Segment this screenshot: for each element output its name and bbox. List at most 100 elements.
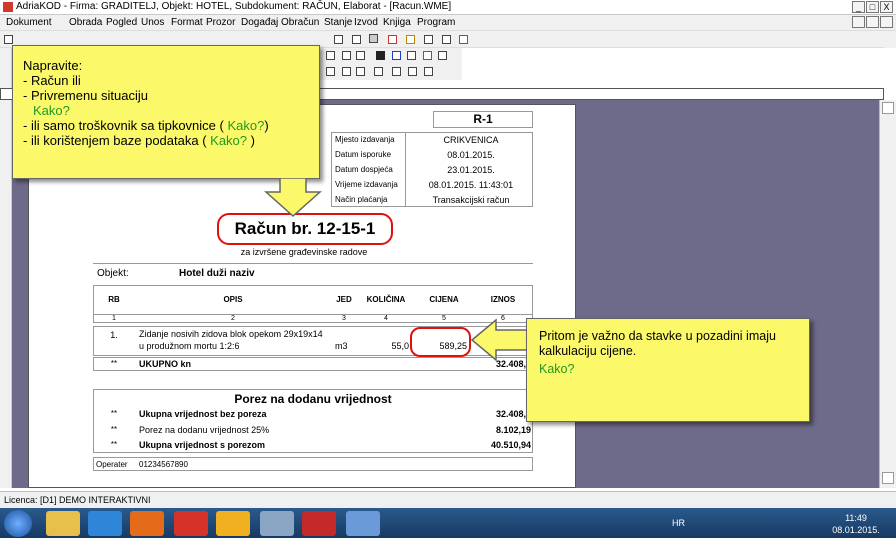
instruction-callout: Napravite: - Račun ili - Privremenu situ… [12, 45, 320, 179]
minimize-button[interactable]: _ [852, 1, 865, 13]
meta-value-time: 08.01.2015. 11:43:01 [428, 180, 514, 190]
color-red-icon[interactable] [423, 51, 432, 60]
invoice-subtitle: za izvršene građevinske radove [240, 247, 368, 257]
col-opis: OPIS [223, 295, 243, 304]
down-arrow-icon[interactable] [356, 67, 365, 76]
spell-icon[interactable] [442, 35, 451, 44]
how-to-link-keyboard[interactable]: Kako? [227, 118, 264, 133]
magnifier-icon[interactable] [369, 34, 378, 43]
menu-unos[interactable]: Unos [141, 17, 164, 28]
menu-pogled[interactable]: Pogled [106, 17, 137, 28]
toolbar-scroll[interactable] [884, 31, 896, 48]
col-kolicina: KOLIČINA [366, 295, 406, 304]
meta-label-delivery: Datum isporuke [335, 150, 392, 159]
menu-program[interactable]: Program [417, 17, 455, 28]
how-to-link-database[interactable]: Kako? [210, 133, 247, 148]
tax-row-vat-value: 8.102,19 [495, 425, 531, 435]
align-bottom-icon[interactable] [326, 51, 335, 60]
price-note-callout: Pritom je važno da stavke u pozadini ima… [526, 318, 810, 422]
tax-row-vat-label: Porez na dodanu vrijednost 25% [139, 425, 270, 435]
how-to-link-calculation[interactable]: Kako? [539, 362, 809, 377]
language-indicator[interactable]: HR [672, 518, 685, 528]
item-unit: m3 [335, 341, 348, 351]
explorer-icon[interactable] [46, 511, 80, 536]
color-blue-icon[interactable] [392, 51, 401, 60]
color-black-icon[interactable] [376, 51, 385, 60]
up-arrow-icon[interactable] [342, 67, 351, 76]
shape-icon[interactable] [374, 67, 383, 76]
meta-label-place: Mjesto izdavanja [335, 135, 395, 144]
new-doc-icon[interactable] [4, 35, 13, 44]
pencil-icon[interactable] [392, 67, 401, 76]
scroll-down-button[interactable] [882, 472, 894, 484]
operator-value: 01234567890 [139, 460, 188, 469]
truck-icon[interactable] [352, 35, 361, 44]
align-top-icon[interactable] [356, 51, 365, 60]
menu-knjiga[interactable]: Knjiga [383, 17, 411, 28]
weather-icon[interactable] [216, 511, 250, 536]
object-label: Objekt: [97, 268, 129, 279]
eraser-icon[interactable] [408, 67, 417, 76]
meta-label-payment: Način plaćanja [335, 195, 388, 204]
item-description-line1: Zidanje nosivih zidova blok opekom 29x19… [139, 329, 323, 339]
close-button[interactable]: X [880, 1, 893, 13]
media-player-icon[interactable] [130, 511, 164, 536]
menu-format[interactable]: Format [171, 17, 203, 28]
ie-icon[interactable] [88, 511, 122, 536]
sync-icon[interactable] [346, 511, 380, 536]
object-value: Hotel duži naziv [179, 268, 255, 279]
table-icon[interactable] [334, 35, 343, 44]
meta-value-delivery: 08.01.2015. [447, 150, 495, 160]
menu-prozor[interactable]: Prozor [206, 17, 235, 28]
status-bar: Licenca: [D1] DEMO INTERAKTIVNI [0, 491, 896, 508]
left-tool-column [0, 48, 12, 488]
callout-arrow-left [470, 318, 529, 362]
meta-label-due: Datum dospjeća [335, 165, 393, 174]
menu-obracun[interactable]: Obračun [281, 17, 319, 28]
pen-icon[interactable] [424, 67, 433, 76]
col-iznos: IZNOS [490, 295, 516, 304]
doc-minimize-button[interactable] [852, 16, 865, 28]
tax-title: Porez na dodanu vrijednost [234, 392, 392, 406]
total-label: UKUPNO kn [139, 359, 192, 369]
clock-time[interactable]: 11:49 [826, 513, 886, 523]
chrome-icon[interactable] [174, 511, 208, 536]
license-status: Licenca: [D1] DEMO INTERAKTIVNI [4, 495, 151, 505]
system-tray-icons[interactable] [696, 516, 816, 530]
menu-dogadaj[interactable]: Događaj [241, 17, 278, 28]
vertical-scrollbar[interactable] [879, 100, 896, 488]
scroll-up-button[interactable] [882, 102, 894, 114]
meta-value-due: 23.01.2015. [447, 165, 495, 175]
help-icon[interactable] [424, 35, 433, 44]
brush-icon[interactable] [406, 35, 415, 44]
clock-date[interactable]: 08.01.2015. [826, 525, 886, 535]
item-description-line2: u produžnom mortu 1:2:6 [139, 341, 240, 351]
how-to-link-situation[interactable]: Kako? [23, 103, 319, 118]
stop-icon[interactable] [388, 35, 397, 44]
menu-dokument[interactable]: Dokument [6, 17, 52, 28]
operator-label: Operater [96, 460, 128, 469]
doc-restore-button[interactable] [866, 16, 879, 28]
callout-arrow-down [264, 178, 322, 218]
menu-izvod[interactable]: Izvod [354, 17, 378, 28]
adriakod-icon[interactable] [302, 511, 336, 536]
doc-close-button[interactable] [880, 16, 893, 28]
scissors-icon[interactable] [459, 35, 468, 44]
align-middle-icon[interactable] [342, 51, 351, 60]
menu-stanje[interactable]: Stanje [324, 17, 352, 28]
tax-row-total-value: 40.510,94 [490, 440, 531, 450]
menu-bar: Dokument Obrada Pogled Unos Format Prozo… [0, 15, 896, 31]
menu-obrada[interactable]: Obrada [69, 17, 102, 28]
invoice-code: R-1 [433, 111, 533, 128]
app-window-icon[interactable] [260, 511, 294, 536]
color-white-icon[interactable] [438, 51, 447, 60]
color-navy-icon[interactable] [407, 51, 416, 60]
col-rb: RB [108, 295, 120, 304]
tax-row-base-value: 32.408,7 [495, 409, 531, 419]
lines-icon[interactable] [326, 67, 335, 76]
title-bar: AdriaKOD - Firma: GRADITELJ, Objekt: HOT… [0, 0, 896, 15]
maximize-button[interactable]: □ [866, 1, 879, 13]
meta-value-payment: Transakcijski račun [432, 195, 510, 205]
taskbar: HR 11:49 08.01.2015. [0, 508, 896, 538]
start-button[interactable] [4, 510, 32, 537]
